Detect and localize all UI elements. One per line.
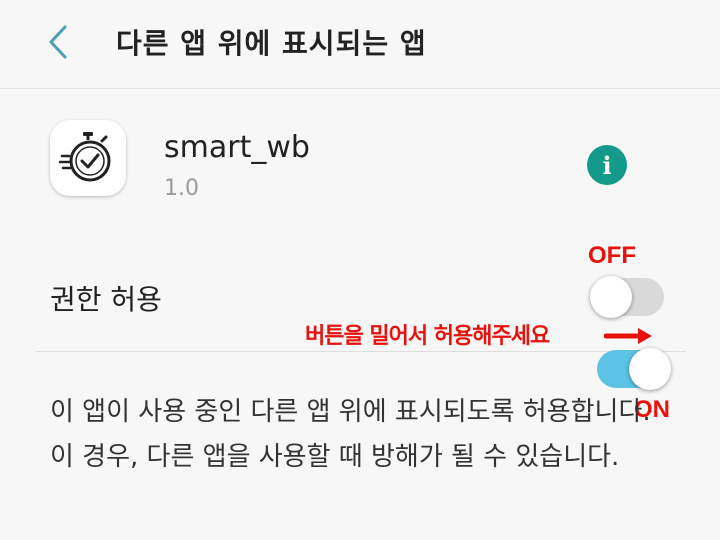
permission-toggle-off[interactable]: [590, 276, 664, 318]
app-name: smart_wb: [164, 130, 310, 165]
arrow-right-icon: [604, 328, 652, 344]
instruction-annotation: 버튼을 밀어서 허용해주세요: [305, 324, 550, 349]
app-bar: 다른 앱 위에 표시되는 앱: [0, 0, 720, 89]
back-button[interactable]: [36, 20, 80, 64]
page-title: 다른 앱 위에 표시되는 앱: [116, 27, 427, 60]
permission-description: 이 앱이 사용 중인 다른 앱 위에 표시되도록 허용합니다. 이 경우, 다른…: [50, 397, 651, 472]
toggle-knob: [629, 348, 671, 390]
app-version: 1.0: [164, 176, 199, 201]
divider: [36, 351, 686, 352]
info-icon: i: [602, 150, 612, 180]
settings-screen: 다른 앱 위에 표시되는 앱 smart_wb 1.0 i OFF 권한 허용 …: [0, 0, 720, 540]
chevron-left-icon: [49, 25, 67, 59]
stopwatch-icon: [58, 132, 111, 182]
off-annotation: OFF: [588, 242, 636, 269]
permission-label: 권한 허용: [50, 283, 162, 316]
app-icon: [50, 120, 126, 196]
toggle-knob: [590, 276, 632, 318]
permission-toggle-on[interactable]: [597, 348, 671, 390]
app-info-button[interactable]: i: [587, 145, 627, 185]
